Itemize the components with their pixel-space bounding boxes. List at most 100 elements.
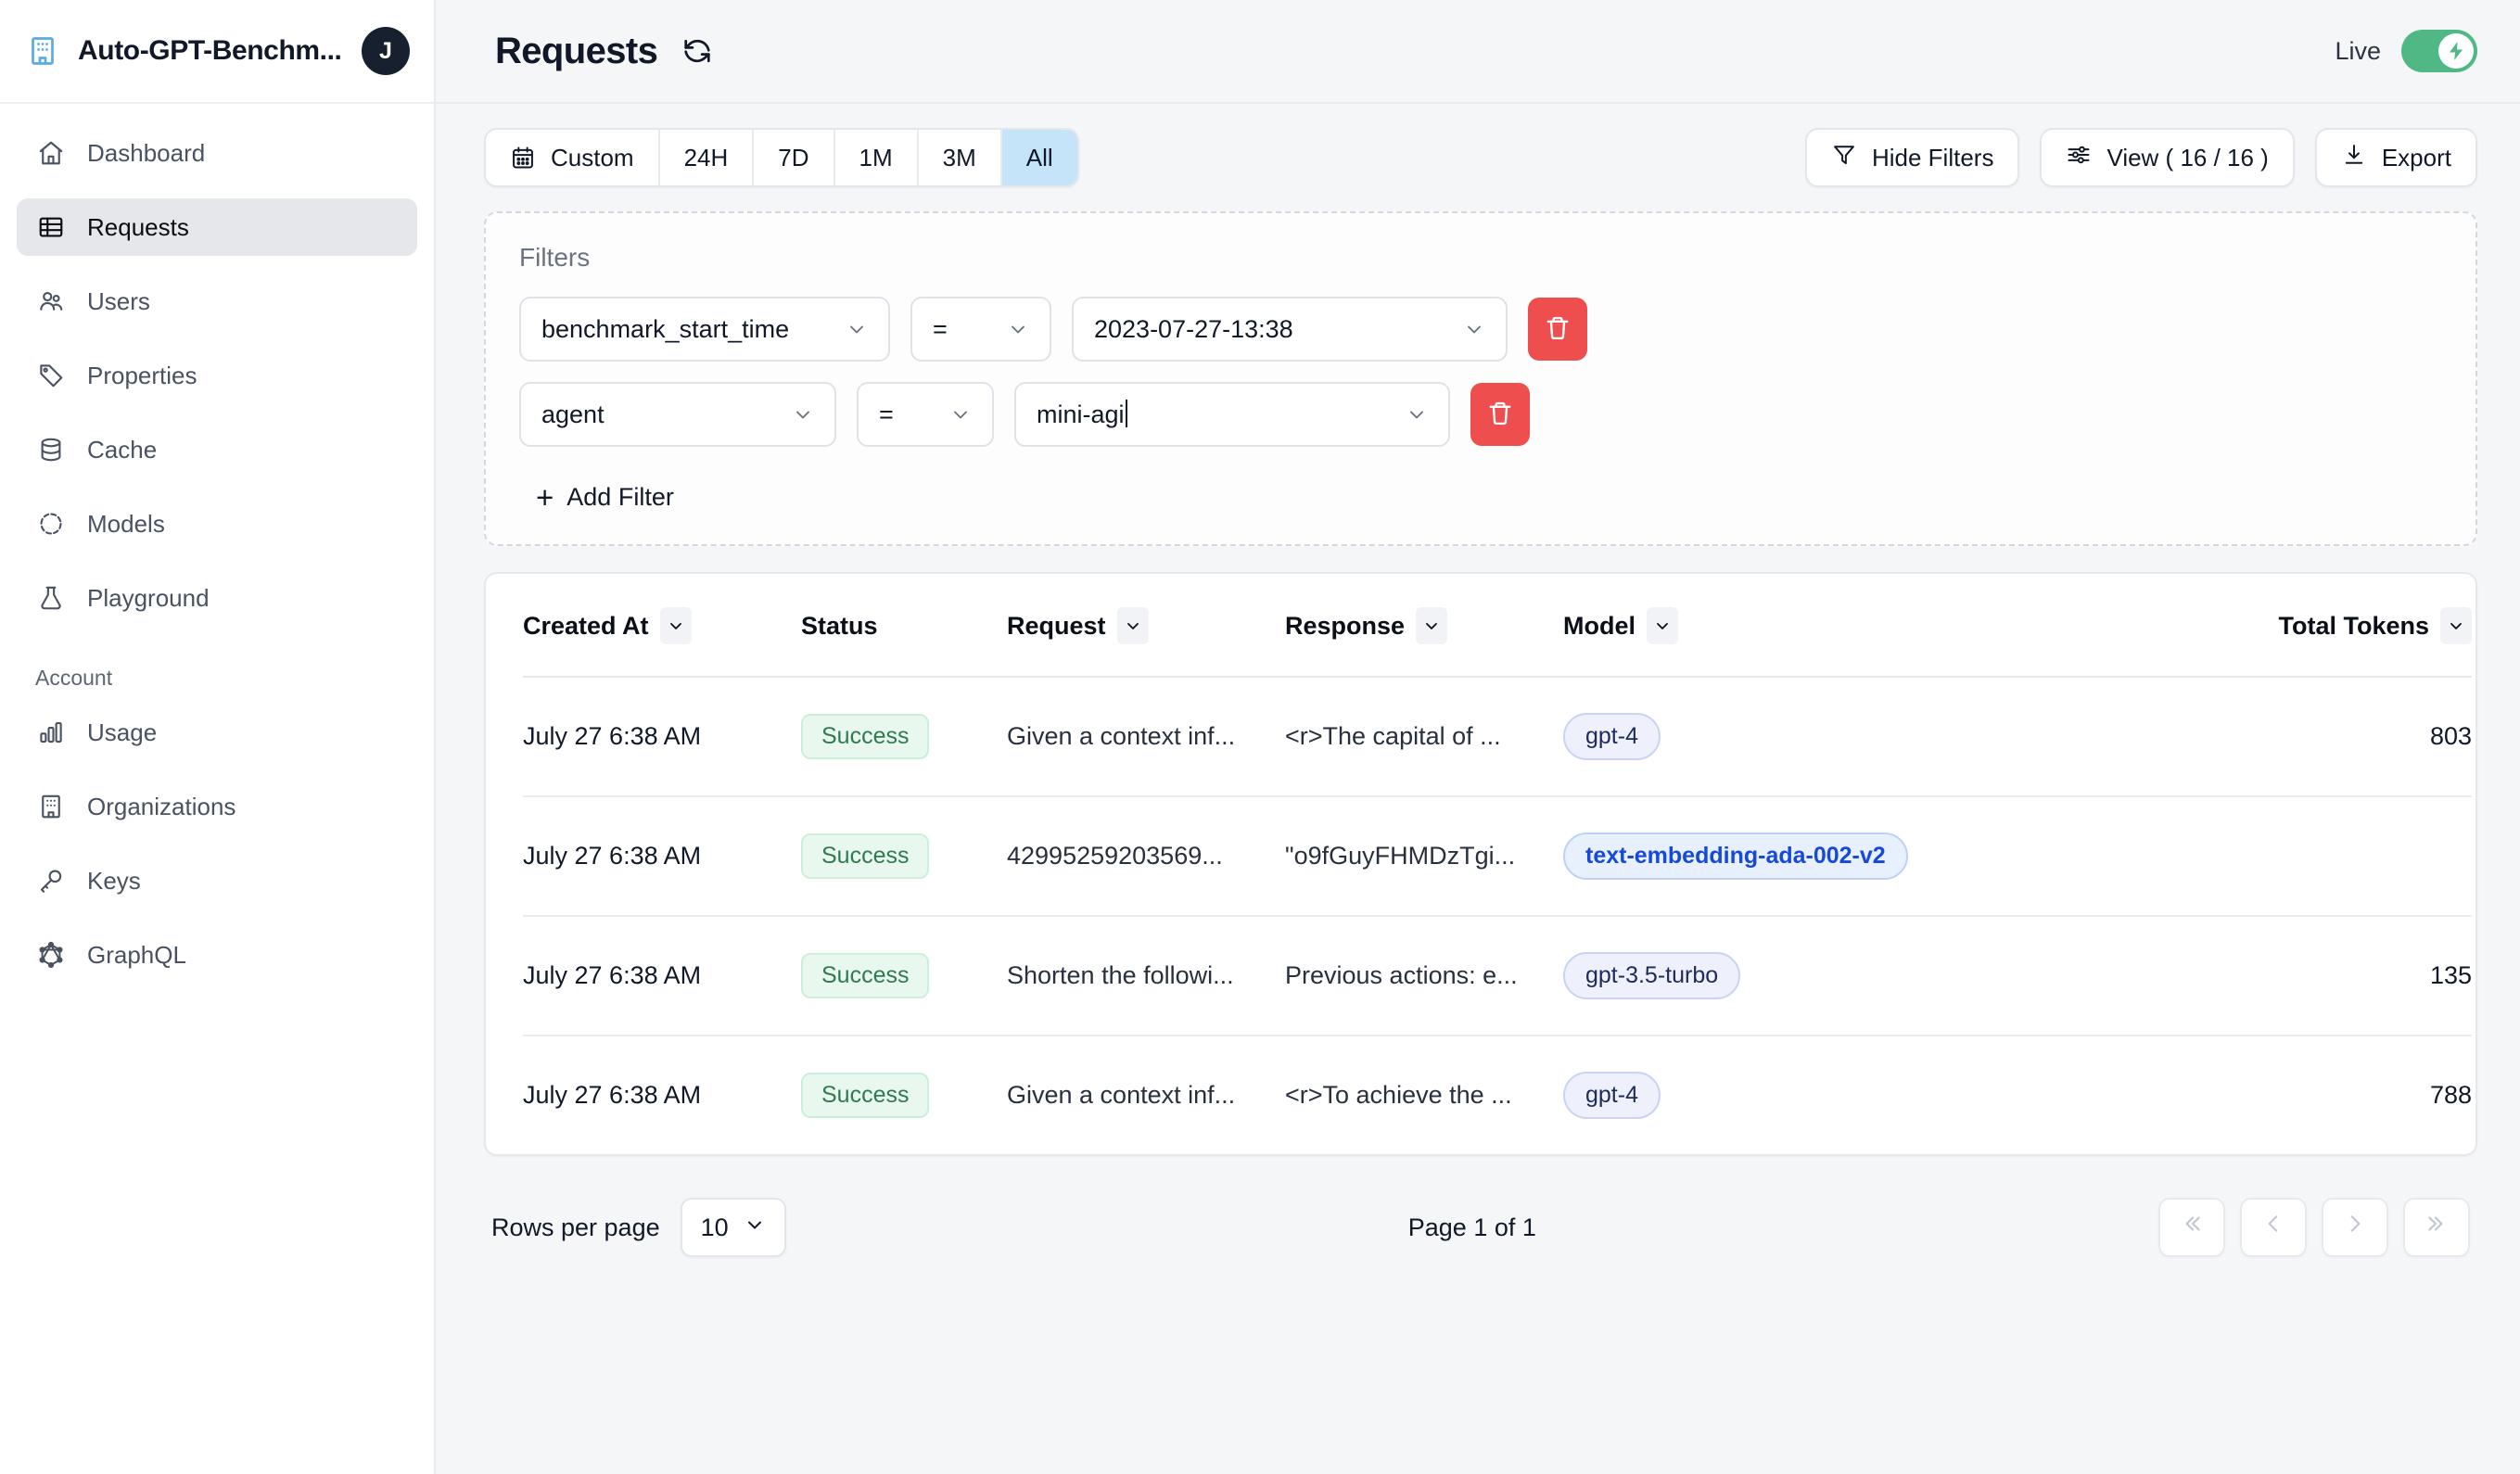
- filter-row: benchmark_start_time = 2023-07-27-13:38: [519, 297, 2442, 362]
- sidebar-item-label: Users: [87, 286, 150, 315]
- org-header[interactable]: Auto-GPT-Benchm... J: [0, 0, 434, 104]
- table-row[interactable]: July 27 6:38 AM Success 42995259203569..…: [523, 796, 2472, 917]
- cell-total-tokens: [2231, 796, 2472, 917]
- rows-per-page-select[interactable]: 10: [680, 1198, 786, 1257]
- cell-request: Shorten the followi...: [1007, 916, 1285, 1036]
- table-row[interactable]: July 27 6:38 AM Success Given a context …: [523, 1036, 2472, 1154]
- cell-response: Previous actions: e...: [1285, 916, 1563, 1036]
- avatar[interactable]: J: [362, 27, 410, 75]
- filter-funnel-icon: [1831, 142, 1857, 174]
- delete-filter-button[interactable]: [1470, 383, 1530, 446]
- filter-value-wrapper: mini-agi: [1037, 400, 1389, 429]
- sort-chevron-down-icon[interactable]: [1116, 607, 1149, 644]
- time-range-24h[interactable]: 24H: [659, 130, 755, 185]
- cell-response: <r>To achieve the ...: [1285, 1081, 1512, 1109]
- export-button[interactable]: Export: [2314, 128, 2477, 187]
- sort-chevron-down-icon[interactable]: [659, 607, 692, 644]
- sidebar-item-label: Requests: [87, 212, 189, 241]
- add-filter-button[interactable]: + Add Filter: [519, 473, 691, 516]
- time-range-1m[interactable]: 1M: [834, 130, 919, 185]
- sort-chevron-down-icon[interactable]: [1647, 607, 1678, 644]
- column-model[interactable]: Model: [1563, 574, 2231, 678]
- tag-icon: [35, 360, 67, 391]
- next-page-button[interactable]: [2322, 1198, 2388, 1257]
- page-header: Requests Live: [436, 0, 2520, 104]
- view-columns-label: View ( 16 / 16 ): [2106, 143, 2269, 172]
- filter-operator-select[interactable]: =: [857, 382, 994, 447]
- cell-created-at: July 27 6:38 AM: [523, 796, 801, 917]
- filter-field-select[interactable]: agent: [519, 382, 836, 447]
- sidebar-item-cache[interactable]: Cache: [17, 421, 417, 478]
- main-content: Requests Live Custom 24H 7D 1M 3M All Hi…: [436, 0, 2520, 1474]
- page-title: Requests: [495, 30, 658, 71]
- sidebar-item-dashboard[interactable]: Dashboard: [17, 124, 417, 182]
- sidebar-item-users[interactable]: Users: [17, 273, 417, 330]
- time-range-all[interactable]: All: [1001, 130, 1077, 185]
- delete-filter-button[interactable]: [1528, 298, 1587, 361]
- app-root: Auto-GPT-Benchm... J Dashboard Requests …: [0, 0, 2520, 1474]
- cell-status: Success: [801, 677, 1007, 797]
- column-status[interactable]: Status: [801, 574, 1007, 678]
- status-badge: Success: [801, 833, 930, 879]
- sidebar-item-usage[interactable]: Usage: [17, 704, 417, 761]
- table-row[interactable]: July 27 6:38 AM Success Shorten the foll…: [523, 916, 2472, 1036]
- filter-row: agent = mini-agi: [519, 382, 2442, 447]
- rows-per-page-value: 10: [700, 1213, 729, 1241]
- hide-filters-button[interactable]: Hide Filters: [1804, 128, 2020, 187]
- sidebar-item-organizations[interactable]: Organizations: [17, 778, 417, 835]
- column-label: Response: [1285, 611, 1406, 640]
- refresh-icon[interactable]: [678, 32, 717, 70]
- last-page-button[interactable]: [2403, 1198, 2470, 1257]
- model-badge: gpt-4: [1563, 713, 1661, 760]
- sidebar-item-requests[interactable]: Requests: [17, 198, 417, 256]
- key-icon: [35, 865, 67, 896]
- cube-icon: [35, 508, 67, 540]
- time-range-3m[interactable]: 3M: [918, 130, 1002, 185]
- live-toggle[interactable]: [2401, 30, 2477, 72]
- sidebar-item-models[interactable]: Models: [17, 495, 417, 553]
- first-page-button[interactable]: [2158, 1198, 2225, 1257]
- trash-icon: [1544, 314, 1572, 345]
- previous-page-button[interactable]: [2240, 1198, 2307, 1257]
- filter-operator-select[interactable]: =: [910, 297, 1051, 362]
- column-total-tokens[interactable]: Total Tokens: [2231, 574, 2472, 678]
- table-row[interactable]: July 27 6:38 AM Success Given a context …: [523, 677, 2472, 797]
- sidebar-item-label: Properties: [87, 361, 197, 389]
- text-caret: [1125, 400, 1127, 427]
- pagination-bar: Rows per page 10 Page 1 of 1: [484, 1156, 2477, 1267]
- column-label: Total Tokens: [2278, 611, 2429, 640]
- sliders-icon: [2066, 142, 2092, 174]
- toolbar-actions: Hide Filters View ( 16 / 16 ) Export: [1804, 128, 2477, 187]
- filter-field-select[interactable]: benchmark_start_time: [519, 297, 890, 362]
- column-response[interactable]: Response: [1285, 574, 1563, 678]
- filter-value-input[interactable]: mini-agi: [1014, 382, 1450, 447]
- chevron-down-icon: [744, 1214, 766, 1242]
- chevron-down-icon: [1406, 403, 1428, 426]
- time-range-7d[interactable]: 7D: [754, 130, 835, 185]
- sidebar-item-label: GraphQL: [87, 940, 186, 969]
- sort-chevron-down-icon[interactable]: [1416, 607, 1448, 644]
- view-columns-button[interactable]: View ( 16 / 16 ): [2040, 128, 2295, 187]
- column-created-at[interactable]: Created At: [523, 574, 801, 678]
- table-head: Created At Status Request Response Model…: [523, 574, 2472, 678]
- sidebar-item-graphql[interactable]: GraphQL: [17, 926, 417, 984]
- chevron-down-icon: [792, 403, 814, 426]
- model-badge: gpt-3.5-turbo: [1563, 952, 1741, 999]
- users-icon: [35, 286, 67, 317]
- sidebar-nav: Dashboard Requests Users Properties Cach…: [0, 104, 434, 1000]
- sidebar-item-keys[interactable]: Keys: [17, 852, 417, 909]
- time-range-custom[interactable]: Custom: [486, 130, 660, 185]
- sidebar-item-properties[interactable]: Properties: [17, 347, 417, 404]
- header-right: Live: [2335, 30, 2477, 72]
- sidebar-item-playground[interactable]: Playground: [17, 569, 417, 627]
- sort-chevron-down-icon[interactable]: [2440, 607, 2472, 644]
- filter-value-select[interactable]: 2023-07-27-13:38: [1072, 297, 1508, 362]
- cell-model: text-embedding-ada-002-v2: [1563, 796, 2231, 917]
- cell-created-at: July 27 6:38 AM: [523, 677, 801, 797]
- time-range-group: Custom 24H 7D 1M 3M All: [484, 128, 1079, 187]
- cell-request: Given a context inf...: [1007, 1081, 1236, 1109]
- building-icon: [35, 791, 67, 822]
- column-request[interactable]: Request: [1007, 574, 1285, 678]
- hide-filters-label: Hide Filters: [1871, 143, 1994, 172]
- table-icon: [35, 211, 67, 243]
